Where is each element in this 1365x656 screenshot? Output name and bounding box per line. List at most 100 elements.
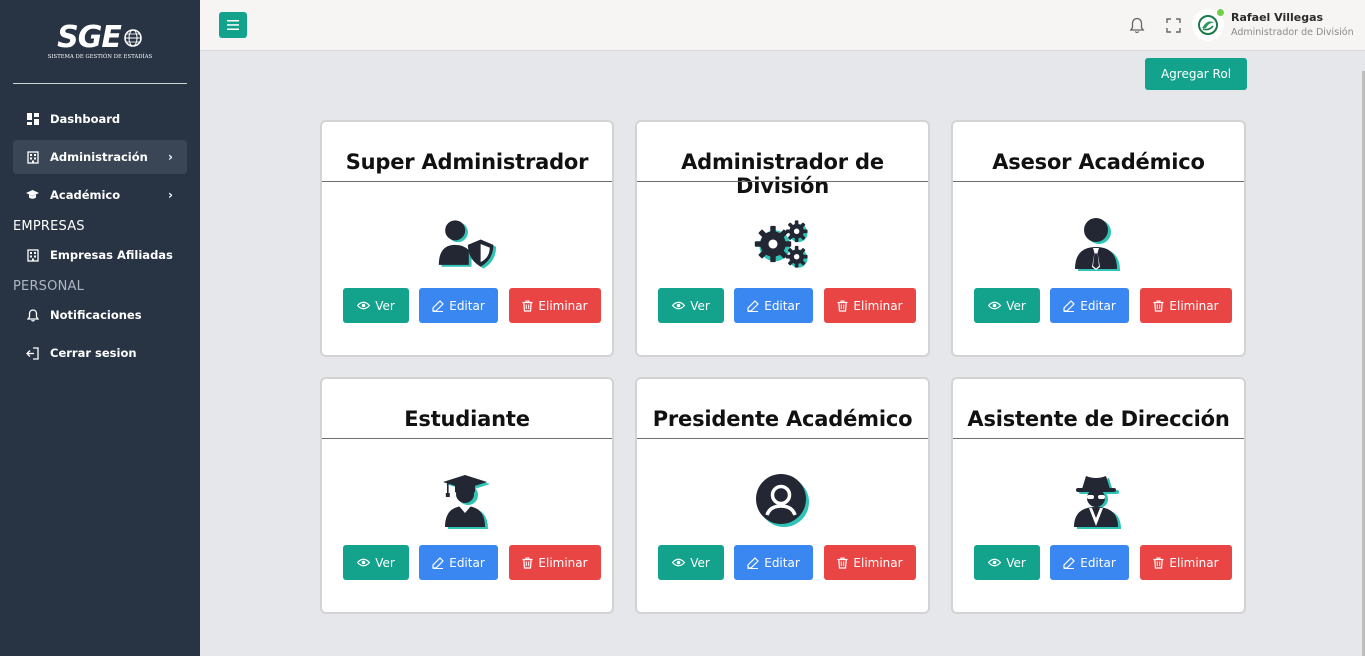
edit-button[interactable]: Editar	[419, 288, 498, 323]
role-actions: Ver Editar Eliminar	[658, 288, 916, 323]
user-shield-icon	[437, 216, 497, 272]
sidebar: SGE SISTEMA DE GESTIÓN DE ESTADÍAS Dashb…	[0, 0, 200, 656]
view-button[interactable]: Ver	[343, 545, 409, 580]
sidebar-item-dashboard[interactable]: Dashboard	[13, 102, 187, 136]
delete-button[interactable]: Eliminar	[824, 288, 916, 323]
role-card: Administrador de División Ver Editar Eli…	[635, 120, 930, 357]
fullscreen-icon[interactable]	[1164, 16, 1182, 34]
trash-icon	[1153, 299, 1164, 312]
eye-icon	[988, 558, 1002, 567]
role-actions: Ver Editar Eliminar	[974, 288, 1232, 323]
avatar-logo-icon	[1198, 15, 1218, 35]
user-secret-icon	[1069, 473, 1129, 529]
sidebar-item-label: Empresas Afiliadas	[50, 248, 173, 262]
user-tie-icon	[1069, 216, 1129, 272]
view-button-label: Ver	[690, 555, 710, 570]
pencil-icon	[432, 299, 445, 312]
sidebar-nav: Dashboard Administración › Académico › E…	[0, 102, 200, 370]
building-icon	[26, 150, 39, 164]
role-card: Estudiante Ver Editar Eliminar	[320, 377, 614, 614]
edit-button-label: Editar	[764, 298, 800, 313]
trash-icon	[837, 299, 848, 312]
eye-icon	[357, 558, 371, 567]
delete-button-label: Eliminar	[538, 555, 588, 570]
avatar[interactable]	[1192, 8, 1225, 41]
delete-button[interactable]: Eliminar	[509, 288, 601, 323]
role-card: Asistente de Dirección Ver Editar Elimin…	[951, 377, 1246, 614]
trash-icon	[522, 556, 533, 569]
sidebar-item-academico[interactable]: Académico ›	[13, 178, 187, 212]
role-title: Super Administrador	[345, 150, 589, 174]
view-button[interactable]: Ver	[974, 545, 1040, 580]
user-role: Administrador de División	[1231, 27, 1354, 38]
pencil-icon	[432, 556, 445, 569]
sidebar-item-label: Cerrar sesion	[50, 346, 137, 360]
delete-button-label: Eliminar	[853, 555, 903, 570]
sidebar-item-label: Académico	[50, 188, 121, 202]
sidebar-item-label: Administración	[50, 150, 148, 164]
view-button[interactable]: Ver	[343, 288, 409, 323]
role-actions: Ver Editar Eliminar	[658, 545, 916, 580]
delete-button-label: Eliminar	[1169, 298, 1219, 313]
add-role-button[interactable]: Agregar Rol	[1145, 58, 1247, 90]
edit-button[interactable]: Editar	[734, 288, 813, 323]
divider	[322, 438, 612, 439]
role-title: Asistente de Dirección	[967, 407, 1230, 431]
topbar: Rafael Villegas Administrador de Divisió…	[200, 0, 1365, 51]
divider	[953, 181, 1244, 182]
eye-icon	[672, 558, 686, 567]
pencil-icon	[747, 299, 760, 312]
section-title-empresas: EMPRESAS	[13, 219, 85, 234]
divider	[637, 438, 928, 439]
view-button-label: Ver	[1006, 298, 1026, 313]
sidebar-item-administracion[interactable]: Administración ›	[13, 140, 187, 174]
trash-icon	[1153, 556, 1164, 569]
view-button[interactable]: Ver	[974, 288, 1040, 323]
chevron-right-icon: ›	[168, 188, 173, 202]
logo-text: SGE	[57, 20, 122, 55]
view-button-label: Ver	[375, 555, 395, 570]
view-button[interactable]: Ver	[658, 288, 724, 323]
delete-button[interactable]: Eliminar	[1140, 288, 1232, 323]
trash-icon	[837, 556, 848, 569]
notifications-bell-icon[interactable]	[1128, 16, 1146, 34]
trash-icon	[522, 299, 533, 312]
view-button[interactable]: Ver	[658, 545, 724, 580]
logout-icon	[26, 346, 39, 360]
edit-button[interactable]: Editar	[419, 545, 498, 580]
edit-button[interactable]: Editar	[1050, 545, 1129, 580]
logo-globe-icon	[124, 29, 142, 47]
bell-icon	[26, 308, 39, 322]
online-status-dot	[1216, 8, 1225, 17]
user-name[interactable]: Rafael Villegas	[1231, 11, 1323, 24]
role-actions: Ver Editar Eliminar	[343, 545, 601, 580]
edit-button[interactable]: Editar	[1050, 288, 1129, 323]
edit-button-label: Editar	[1080, 298, 1116, 313]
role-title: Asesor Académico	[992, 150, 1205, 174]
role-card: Asesor Académico Ver Editar Eliminar	[951, 120, 1246, 357]
edit-button-label: Editar	[449, 555, 485, 570]
logo: SGE SISTEMA DE GESTIÓN DE ESTADÍAS	[13, 0, 187, 84]
delete-button[interactable]: Eliminar	[509, 545, 601, 580]
delete-button-label: Eliminar	[1169, 555, 1219, 570]
menu-toggle-button[interactable]	[219, 12, 247, 38]
roles-grid: Super Administrador Ver Editar Eliminar …	[320, 120, 1246, 614]
sidebar-item-empresas-afiliadas[interactable]: Empresas Afiliadas	[13, 238, 187, 272]
delete-button[interactable]: Eliminar	[824, 545, 916, 580]
eye-icon	[357, 301, 371, 310]
role-actions: Ver Editar Eliminar	[974, 545, 1232, 580]
dashboard-icon	[26, 113, 39, 126]
role-card: Presidente Académico Ver Editar Eliminar	[635, 377, 930, 614]
role-title: Administrador de División	[681, 150, 884, 198]
section-title-personal: PERSONAL	[13, 279, 85, 294]
sidebar-item-cerrar-sesion[interactable]: Cerrar sesion	[13, 336, 187, 370]
edit-button[interactable]: Editar	[734, 545, 813, 580]
building-icon	[26, 248, 39, 262]
hamburger-icon	[227, 20, 239, 30]
divider	[322, 181, 612, 182]
pencil-icon	[1063, 556, 1076, 569]
delete-button[interactable]: Eliminar	[1140, 545, 1232, 580]
delete-button-label: Eliminar	[538, 298, 588, 313]
sidebar-item-notificaciones[interactable]: Notificaciones	[13, 298, 187, 332]
view-button-label: Ver	[1006, 555, 1026, 570]
